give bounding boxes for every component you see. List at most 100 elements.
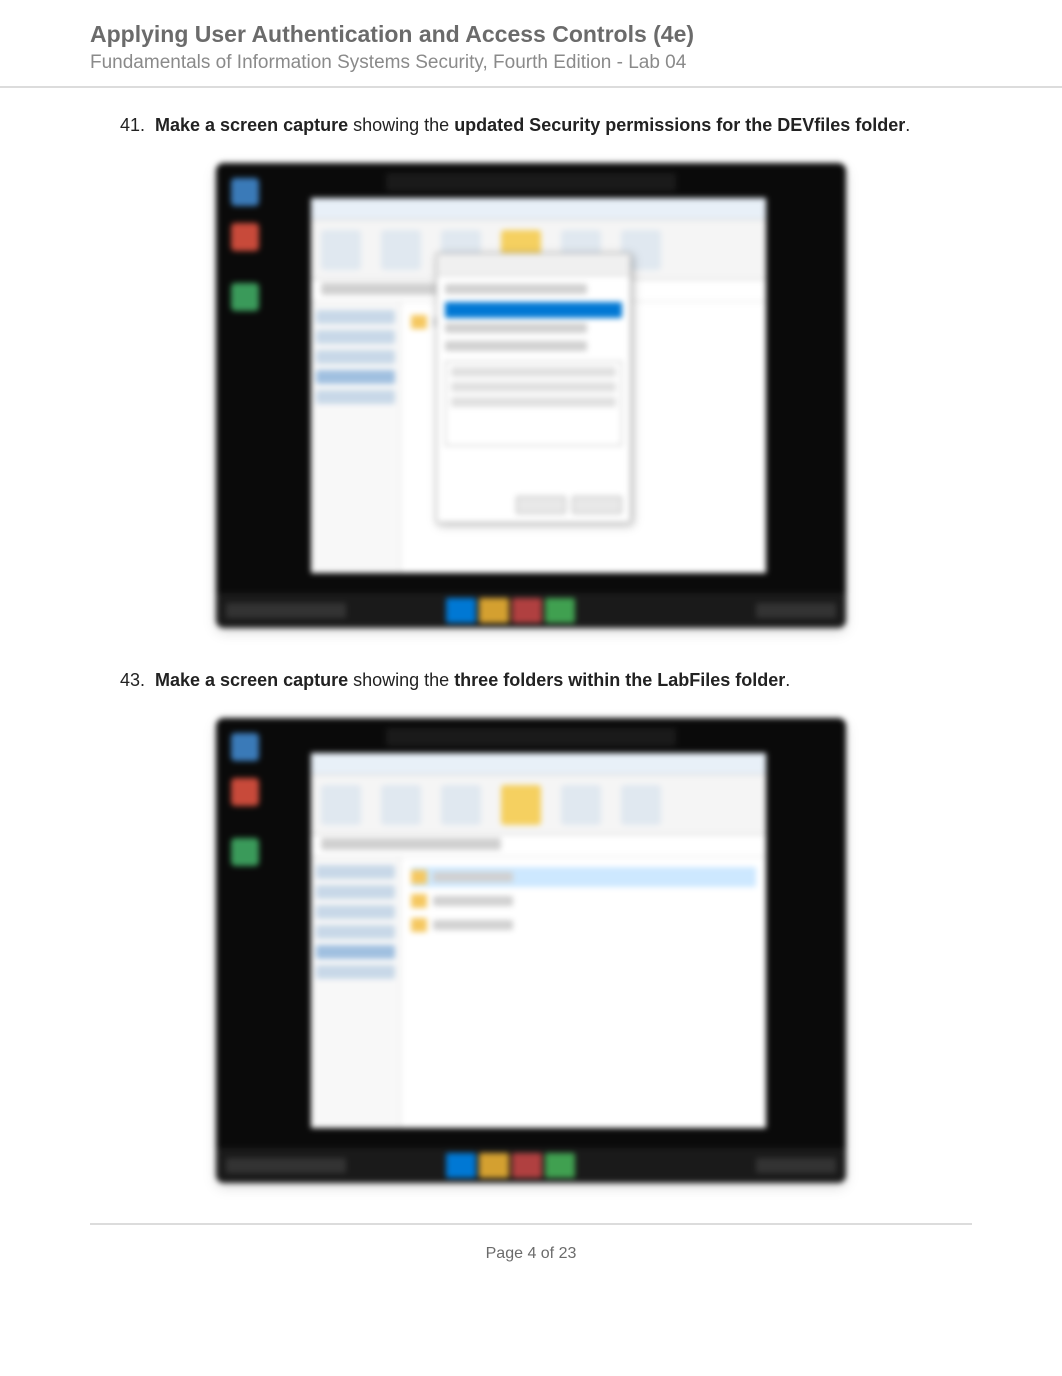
taskbar-clock — [756, 603, 836, 618]
taskbar-icon — [512, 1153, 542, 1178]
ribbon-button — [561, 785, 601, 825]
vm-desktop — [216, 718, 846, 1183]
taskbar-icon — [446, 1153, 476, 1178]
explorer-titlebar — [311, 198, 766, 220]
taskbar-icon — [545, 598, 575, 623]
ribbon-button — [621, 785, 661, 825]
breadcrumb-bar — [311, 835, 766, 857]
screenshot-devfiles-permissions — [216, 163, 846, 628]
folder-name — [433, 872, 513, 882]
taskbar-left — [226, 1158, 346, 1173]
vm-titlebar — [386, 728, 676, 746]
nav-item — [316, 330, 395, 344]
explorer-file-list — [401, 857, 766, 1128]
folder-icon — [411, 315, 427, 329]
taskbar-icon — [545, 1153, 575, 1178]
taskbar-clock — [756, 1158, 836, 1173]
nav-item — [316, 905, 395, 919]
nav-item — [316, 925, 395, 939]
instruction-43: 43. Make a screen capture showing the th… — [90, 668, 972, 693]
desktop-icon — [231, 778, 259, 806]
dialog-selected-group — [445, 302, 622, 318]
ribbon-button — [321, 230, 361, 270]
instruction-text: Make a screen capture showing the update… — [155, 113, 910, 138]
taskbar-center — [446, 598, 575, 623]
dialog-body — [437, 276, 630, 454]
folder-row — [411, 891, 756, 911]
nav-item — [316, 865, 395, 879]
document-subtitle: Fundamentals of Information Systems Secu… — [90, 52, 972, 74]
footer-divider — [90, 1223, 972, 1225]
desktop-icon — [231, 733, 259, 761]
ribbon-button — [381, 230, 421, 270]
folder-icon — [411, 918, 427, 932]
ribbon-button — [441, 785, 481, 825]
nav-item — [316, 350, 395, 364]
vm-titlebar — [386, 173, 676, 191]
dialog-button — [572, 496, 622, 514]
taskbar-icon — [479, 1153, 509, 1178]
desktop-icon — [231, 178, 259, 206]
explorer-nav-pane — [311, 857, 401, 1128]
screenshot-container-1 — [90, 163, 972, 628]
instruction-41: 41. Make a screen capture showing the up… — [90, 113, 972, 138]
taskbar-center — [446, 1153, 575, 1178]
folder-name — [433, 896, 513, 906]
nav-item — [316, 885, 395, 899]
dialog-button-row — [445, 496, 622, 514]
permission-row — [451, 397, 616, 407]
permission-row — [451, 367, 616, 377]
explorer-nav-pane — [311, 302, 401, 573]
instruction-period: . — [785, 670, 790, 690]
taskbar-icon — [446, 598, 476, 623]
screenshot-container-2 — [90, 718, 972, 1183]
dialog-button — [516, 496, 566, 514]
instruction-bold-intro: Make a screen capture — [155, 115, 348, 135]
vm-desktop — [216, 163, 846, 628]
instruction-bold-intro: Make a screen capture — [155, 670, 348, 690]
nav-item — [316, 965, 395, 979]
instruction-period: . — [905, 115, 910, 135]
document-title: Applying User Authentication and Access … — [90, 20, 972, 50]
windows-taskbar — [216, 593, 846, 628]
taskbar-left — [226, 603, 346, 618]
breadcrumb-path — [321, 838, 501, 850]
instruction-middle: showing the — [348, 670, 454, 690]
instruction-bold-subject: three folders within the LabFiles folder — [454, 670, 785, 690]
folder-icon — [411, 894, 427, 908]
dialog-label — [445, 323, 587, 333]
folder-row — [411, 867, 756, 887]
screenshot-labfiles-folders — [216, 718, 846, 1183]
dialog-tabs — [437, 254, 630, 276]
document-content: 41. Make a screen capture showing the up… — [0, 113, 1062, 1183]
instruction-number: 41. — [110, 115, 145, 136]
ribbon-button — [321, 785, 361, 825]
explorer-body — [311, 857, 766, 1128]
folder-icon — [411, 870, 427, 884]
instruction-bold-subject: updated Security permissions for the DEV… — [454, 115, 905, 135]
ribbon-button — [381, 785, 421, 825]
desktop-icon — [231, 283, 259, 311]
taskbar-icon — [479, 598, 509, 623]
folder-name — [433, 920, 513, 930]
document-header: Applying User Authentication and Access … — [0, 20, 1062, 88]
instruction-text: Make a screen capture showing the three … — [155, 668, 790, 693]
properties-dialog — [436, 253, 631, 523]
taskbar-icon — [512, 598, 542, 623]
desktop-icon — [231, 838, 259, 866]
dialog-label — [445, 284, 587, 294]
nav-item — [316, 370, 395, 384]
windows-taskbar — [216, 1148, 846, 1183]
folder-row — [411, 915, 756, 935]
explorer-titlebar — [311, 753, 766, 775]
instruction-middle: showing the — [348, 115, 454, 135]
instruction-number: 43. — [110, 670, 145, 691]
permission-row — [451, 382, 616, 392]
ribbon-button — [501, 785, 541, 825]
dialog-label — [445, 341, 587, 351]
nav-item — [316, 390, 395, 404]
nav-item — [316, 945, 395, 959]
nav-item — [316, 310, 395, 324]
file-explorer-window — [311, 753, 766, 1128]
permissions-listbox — [445, 361, 622, 446]
